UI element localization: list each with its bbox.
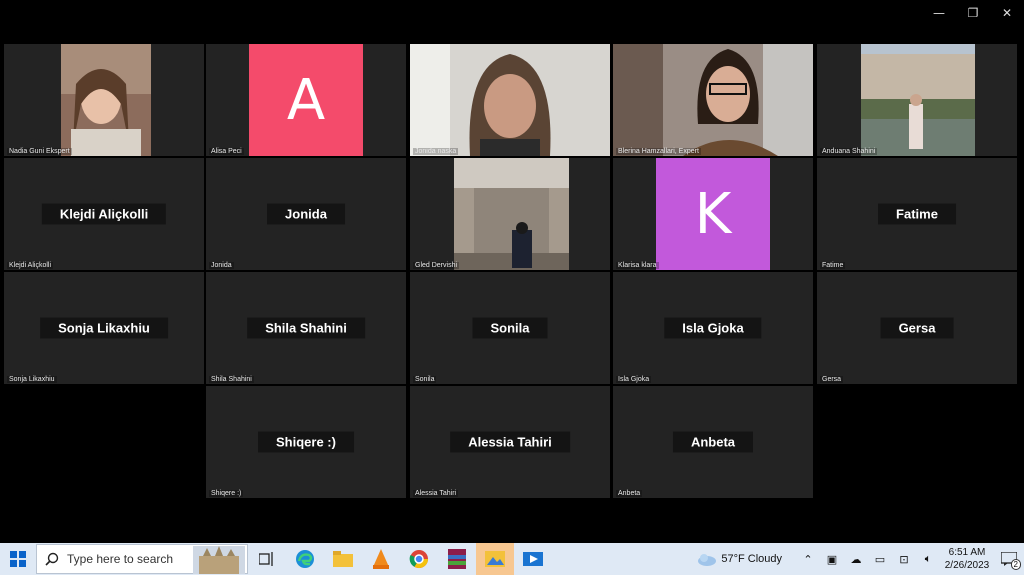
participant-tile-klejdi[interactable]: Klejdi Aliçkolli Klejdi Aliçkolli xyxy=(4,158,204,270)
folder-icon xyxy=(333,551,353,567)
participant-label: Klejdi Aliçkolli xyxy=(7,262,54,269)
participant-label: Anduana Shahini xyxy=(820,148,878,155)
winrar-icon xyxy=(448,549,466,569)
participant-tile-blerina[interactable]: Blerina Hamzallari, Expert xyxy=(613,44,813,156)
photos-button[interactable] xyxy=(476,543,514,575)
windows-icon xyxy=(10,551,26,567)
participant-name: Klejdi Aliçkolli xyxy=(41,203,167,225)
network-icon[interactable]: ⊡ xyxy=(892,553,916,566)
vlc-icon xyxy=(373,549,389,569)
search-box[interactable]: Type here to search xyxy=(36,544,248,574)
participant-label: Klarisa klara xyxy=(616,262,659,269)
participant-name: Alessia Tahiri xyxy=(450,431,570,453)
start-button[interactable] xyxy=(0,543,36,575)
participant-tile-fatime[interactable]: Fatime Fatime xyxy=(817,158,1017,270)
participant-tile-sonja[interactable]: Sonja Likaxhiu Sonja Likaxhiu xyxy=(4,272,204,384)
participant-name: Jonida xyxy=(267,203,345,225)
meet-now-icon[interactable]: ▣ xyxy=(820,553,844,566)
winrar-button[interactable] xyxy=(438,543,476,575)
participant-label: Blerina Hamzallari, Expert xyxy=(616,148,701,155)
notification-center-button[interactable]: 2 xyxy=(994,543,1024,575)
participant-tile-gled[interactable]: Gled Dervishi xyxy=(410,158,610,270)
participant-label: Shila Shahini xyxy=(209,376,254,383)
participant-label: Isla Gjoka xyxy=(616,376,652,383)
cloudy-weather-icon xyxy=(698,554,717,566)
participant-tile-gersa[interactable]: Gersa Gersa xyxy=(817,272,1017,384)
chrome-button[interactable] xyxy=(400,543,438,575)
photos-icon xyxy=(485,551,505,567)
clock-time: 6:51 AM xyxy=(948,547,986,558)
participant-label: Fatime xyxy=(820,262,846,269)
participant-tile-anduana[interactable]: Anduana Shahini xyxy=(817,44,1017,156)
participant-video xyxy=(861,44,975,156)
participant-video xyxy=(454,158,569,270)
avatar: A xyxy=(249,44,363,156)
chevron-up-icon[interactable]: ⌃ xyxy=(796,553,820,566)
taskbar: Type here to search 57°F Cloudy ⌃ ▣ ☁ ▭ … xyxy=(0,543,1024,575)
participant-name: Gersa xyxy=(880,317,954,339)
participant-tile-alessia[interactable]: Alessia Tahiri Alessia Tahiri xyxy=(410,386,610,498)
participant-label: Sonja Likaxhiu xyxy=(7,376,57,383)
participant-label: Nadia Guni Ekspert xyxy=(7,148,72,155)
participant-name: Shila Shahini xyxy=(247,317,365,339)
participant-label: Anbeta xyxy=(616,490,643,497)
participant-label: Gled Dervishi xyxy=(413,262,460,269)
participant-label: Jonida naska xyxy=(413,148,459,155)
media-button[interactable] xyxy=(514,543,552,575)
vlc-button[interactable] xyxy=(362,543,400,575)
participant-name: Isla Gjoka xyxy=(664,317,762,339)
media-player-icon xyxy=(523,552,543,566)
edge-button[interactable] xyxy=(286,543,324,575)
participant-tile-sonila[interactable]: Sonila Sonila xyxy=(410,272,610,384)
participant-tile-shiqere[interactable]: Shiqere :) Shiqere :) xyxy=(206,386,406,498)
participant-tile-alisa[interactable]: A Alisa Peci xyxy=(206,44,406,156)
search-highlight-icon xyxy=(193,546,245,574)
participant-name: Fatime xyxy=(878,203,956,225)
participant-tile-nadia[interactable]: Nadia Guni Ekspert xyxy=(4,44,204,156)
participant-label: Shiqere :) xyxy=(209,490,244,497)
participant-tile-isla[interactable]: Isla Gjoka Isla Gjoka xyxy=(613,272,813,384)
system-tray: 57°F Cloudy ⌃ ▣ ☁ ▭ ⊡ 🔈︎ 6:51 AM 2/26/20… xyxy=(695,543,1024,575)
edge-icon xyxy=(296,550,314,568)
volume-icon[interactable]: 🔈︎ xyxy=(916,552,940,566)
clock[interactable]: 6:51 AM 2/26/2023 xyxy=(940,546,994,572)
participant-name: Sonja Likaxhiu xyxy=(40,317,168,339)
participant-label: Gersa xyxy=(820,376,844,383)
task-view-button[interactable] xyxy=(248,543,286,575)
clock-date: 2/26/2023 xyxy=(944,560,990,571)
participant-tile-klarisa[interactable]: K Klarisa klara xyxy=(613,158,813,270)
participant-tile-jonida-naska[interactable]: Jonida naska xyxy=(410,44,610,156)
battery-icon[interactable]: ▭ xyxy=(868,553,892,566)
participant-label: Alisa Peci xyxy=(209,148,244,155)
participant-label: Sonila xyxy=(413,376,437,383)
search-placeholder: Type here to search xyxy=(67,552,174,566)
avatar: K xyxy=(656,158,770,270)
participant-name: Shiqere :) xyxy=(258,431,354,453)
onedrive-icon[interactable]: ☁ xyxy=(844,553,868,566)
participant-label: Alessia Tahiri xyxy=(413,490,459,497)
participant-tile-jonida[interactable]: Jonida Jonida xyxy=(206,158,406,270)
task-view-icon xyxy=(259,552,273,566)
participant-tile-shila[interactable]: Shila Shahini Shila Shahini xyxy=(206,272,406,384)
chrome-icon xyxy=(409,550,428,569)
participant-video xyxy=(61,44,151,156)
participant-video xyxy=(613,44,813,156)
notification-badge: 2 xyxy=(1010,559,1021,570)
participant-tile-anbeta[interactable]: Anbeta Anbeta xyxy=(613,386,813,498)
participant-label: Jonida xyxy=(209,262,234,269)
video-grid: Nadia Guni Ekspert A Alisa Peci Jonida n… xyxy=(0,0,1024,540)
weather-text[interactable]: 57°F Cloudy xyxy=(721,553,782,565)
participant-video xyxy=(410,44,610,156)
participant-name: Sonila xyxy=(472,317,548,339)
participant-name: Anbeta xyxy=(672,431,754,453)
search-icon xyxy=(45,552,59,566)
file-explorer-button[interactable] xyxy=(324,543,362,575)
